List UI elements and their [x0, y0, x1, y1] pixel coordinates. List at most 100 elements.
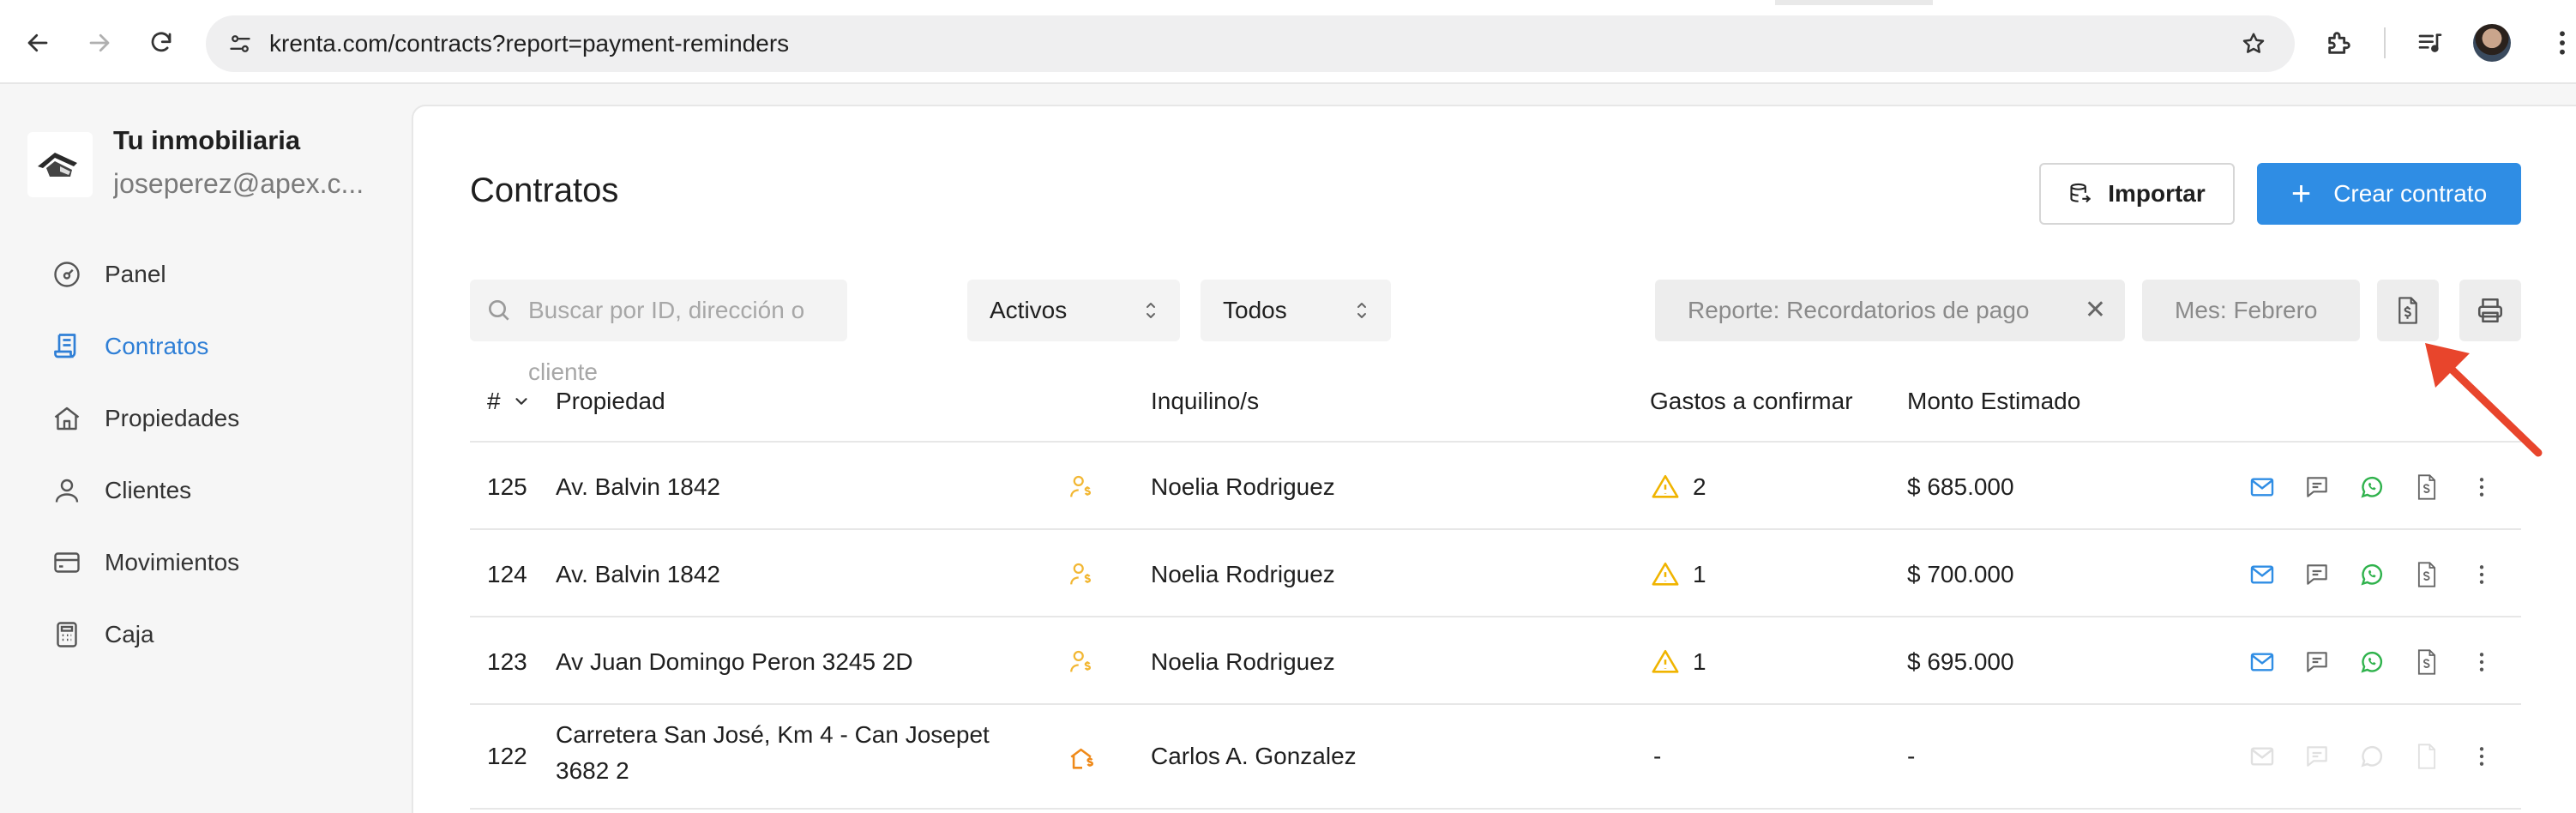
- mail-icon[interactable]: [2245, 557, 2279, 592]
- mail-icon[interactable]: [2245, 470, 2279, 504]
- header-divider: [470, 441, 2521, 443]
- create-contract-button[interactable]: + Crear contrato: [2257, 163, 2521, 225]
- row-property[interactable]: Av. Balvin 1842: [556, 473, 720, 501]
- row-id: 124: [487, 561, 527, 587]
- row-expenses: 2: [1693, 473, 1706, 500]
- sidebar-item-label: Clientes: [105, 477, 192, 503]
- file-dollar-icon[interactable]: [2410, 557, 2444, 592]
- arrow-left-icon: [27, 33, 48, 52]
- org-logo: [27, 132, 93, 197]
- toolbar-divider: [2384, 27, 2386, 58]
- import-button-label: Importar: [2108, 180, 2206, 207]
- house-dollar-icon: [1065, 741, 1099, 775]
- star-icon: [2242, 33, 2265, 53]
- row-amount: $ 700.000: [1907, 561, 2014, 587]
- search-input[interactable]: Buscar por ID, dirección o cliente: [470, 280, 847, 385]
- whatsapp-icon[interactable]: [2355, 470, 2389, 504]
- user-icon: [46, 470, 87, 511]
- row-tenant[interactable]: Carlos A. Gonzalez: [1151, 743, 1357, 770]
- warning-icon: [1648, 645, 1682, 679]
- report-filter-label: Reporte: Recordatorios de pago: [1688, 297, 2030, 323]
- address-bar[interactable]: krenta.com/contracts?report=payment-remi…: [206, 15, 2295, 72]
- sidebar-item-label: Panel: [105, 261, 166, 287]
- column-header-id[interactable]: #: [487, 388, 531, 415]
- print-button[interactable]: [2459, 280, 2521, 341]
- message-icon[interactable]: [2300, 557, 2334, 592]
- row-divider: [470, 703, 2521, 705]
- user-dollar-icon: [1065, 645, 1099, 679]
- export-report-button[interactable]: [2377, 280, 2439, 341]
- url-text[interactable]: krenta.com/contracts?report=payment-remi…: [269, 15, 789, 72]
- row-amount: -: [1907, 743, 1916, 769]
- sidebar-item-caja[interactable]: Caja: [46, 609, 389, 660]
- row-divider: [470, 528, 2521, 530]
- extensions-button[interactable]: [2315, 19, 2363, 67]
- main-content: Contratos Importar + Crear contrato Busc…: [412, 105, 2576, 813]
- row-expenses: -: [1653, 743, 1662, 769]
- type-select[interactable]: Todos: [1201, 280, 1391, 341]
- forward-button[interactable]: [75, 19, 123, 67]
- more-vertical-icon[interactable]: [2465, 557, 2499, 592]
- column-header-label: #: [487, 388, 501, 414]
- calculator-icon: [46, 614, 87, 655]
- whatsapp-icon[interactable]: [2355, 645, 2389, 679]
- arrow-right-icon: [89, 33, 110, 52]
- row-tenant[interactable]: Noelia Rodriguez: [1151, 473, 1335, 501]
- close-icon[interactable]: ✕: [2085, 280, 2106, 341]
- tab-edge: [1933, 0, 2576, 5]
- row-tenant[interactable]: Noelia Rodriguez: [1151, 561, 1335, 588]
- sidebar-item-propiedades[interactable]: Propiedades: [46, 393, 389, 444]
- mail-icon[interactable]: [2245, 645, 2279, 679]
- browser-menu-button[interactable]: [2538, 19, 2576, 67]
- credit-card-icon: [46, 542, 87, 583]
- tune-icon: [230, 35, 250, 52]
- plus-icon: +: [2290, 175, 2312, 213]
- tab-strip: [0, 0, 2576, 5]
- sidebar-item-clientes[interactable]: Clientes: [46, 465, 389, 516]
- more-vertical-icon: [2560, 31, 2565, 55]
- status-select[interactable]: Activos: [967, 280, 1180, 341]
- message-icon[interactable]: [2300, 645, 2334, 679]
- reload-button[interactable]: [137, 19, 185, 67]
- message-icon: [2300, 739, 2334, 774]
- sidebar: Tu inmobiliaria joseperez@apex.c... Pane…: [0, 86, 412, 813]
- whatsapp-icon[interactable]: [2355, 557, 2389, 592]
- search-icon: [485, 297, 513, 328]
- row-property[interactable]: Carretera San José, Km 4 - Can Josepet 3…: [556, 717, 1036, 789]
- row-id: 122: [487, 743, 527, 769]
- report-filter-chip[interactable]: Reporte: Recordatorios de pago ✕: [1655, 280, 2125, 341]
- month-filter-chip[interactable]: Mes: Febrero: [2142, 280, 2360, 341]
- message-icon[interactable]: [2300, 470, 2334, 504]
- house-icon: [46, 398, 87, 439]
- row-tenant[interactable]: Noelia Rodriguez: [1151, 648, 1335, 676]
- browser-toolbar: krenta.com/contracts?report=payment-remi…: [0, 0, 2576, 84]
- sidebar-item-movimientos[interactable]: Movimientos: [46, 537, 389, 588]
- more-vertical-icon[interactable]: [2465, 645, 2499, 679]
- import-button[interactable]: Importar: [2039, 163, 2235, 225]
- active-tab-edge: [0, 0, 1775, 5]
- annotation-arrow: [2425, 343, 2543, 457]
- chevron-down-icon: [515, 398, 527, 405]
- sidebar-item-label: Propiedades: [105, 405, 240, 431]
- profile-avatar[interactable]: [2473, 24, 2511, 62]
- chevron-up-down-icon: [1351, 298, 1372, 328]
- row-property[interactable]: Av. Balvin 1842: [556, 561, 720, 588]
- file-dollar-icon[interactable]: [2410, 645, 2444, 679]
- column-header-property: Propiedad: [556, 388, 665, 414]
- more-vertical-icon[interactable]: [2465, 739, 2499, 774]
- row-property[interactable]: Av Juan Domingo Peron 3245 2D: [556, 648, 913, 676]
- row-id: 123: [487, 648, 527, 675]
- bookmark-button[interactable]: [2236, 27, 2271, 61]
- sidebar-item-contratos[interactable]: Contratos: [46, 321, 389, 372]
- back-button[interactable]: [14, 19, 62, 67]
- more-vertical-icon[interactable]: [2465, 470, 2499, 504]
- file-dollar-icon[interactable]: [2410, 470, 2444, 504]
- create-contract-label: Crear contrato: [2333, 180, 2488, 207]
- type-select-value: Todos: [1223, 297, 1287, 323]
- sidebar-item-panel[interactable]: Panel: [46, 249, 389, 300]
- row-expenses: 1: [1693, 561, 1706, 587]
- column-header-tenant: Inquilino/s: [1151, 388, 1260, 414]
- site-settings-button[interactable]: [223, 27, 257, 61]
- column-header-expenses: Gastos a confirmar: [1650, 388, 1853, 414]
- media-controls-button[interactable]: [2406, 19, 2454, 67]
